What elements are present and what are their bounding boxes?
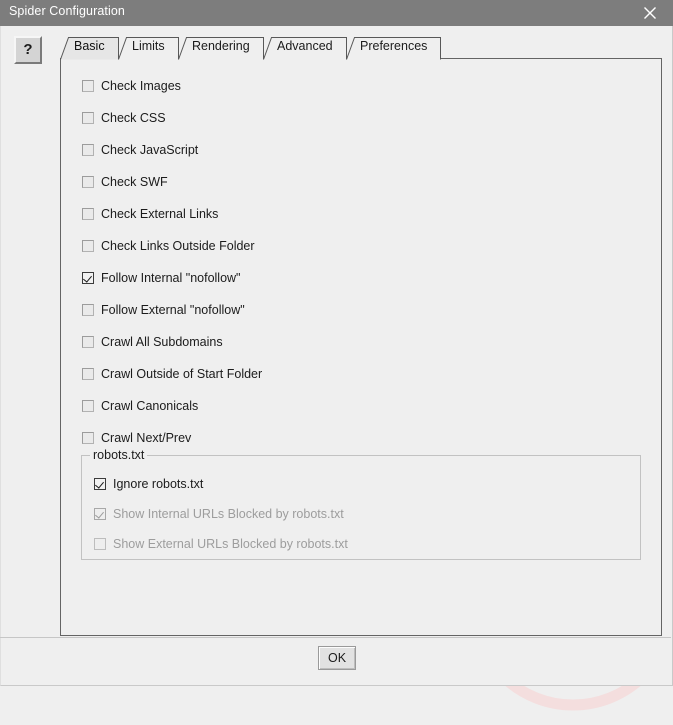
- tab-limits[interactable]: Limits: [118, 36, 179, 60]
- checkbox-row-4[interactable]: Check External Links: [82, 206, 218, 222]
- checkbox-label: Crawl Canonicals: [101, 398, 199, 413]
- checkbox-label: Check External Links: [101, 206, 219, 221]
- tab-label: Rendering: [192, 39, 250, 53]
- robots-txt-group: robots.txt Ignore robots.txt Show Interna…: [81, 448, 641, 560]
- checkbox-label: Check JavaScript: [101, 142, 199, 157]
- checkbox-icon[interactable]: [82, 304, 94, 316]
- help-button[interactable]: ?: [14, 36, 42, 64]
- checkbox-label: Check Images: [101, 78, 181, 93]
- checkbox-label: Show Internal URLs Blocked by robots.txt: [113, 506, 344, 521]
- checkbox-row-8[interactable]: Crawl All Subdomains: [82, 334, 223, 350]
- tab-basic[interactable]: Basic: [60, 36, 119, 60]
- checkbox-row-11[interactable]: Crawl Next/Prev: [82, 430, 191, 446]
- checkbox-icon[interactable]: [82, 368, 94, 380]
- checkbox-icon[interactable]: [82, 336, 94, 348]
- tab-label: Basic: [74, 39, 105, 53]
- window-title: Spider Configuration: [9, 4, 125, 18]
- checkbox-label: Crawl Outside of Start Folder: [101, 366, 263, 381]
- checkbox-label: Follow External "nofollow": [101, 302, 245, 317]
- spider-configuration-dialog: Spider Configuration ? Basic Limits Render…: [0, 0, 673, 686]
- title-bar: Spider Configuration: [0, 0, 673, 26]
- checkbox-label: Check Links Outside Folder: [101, 238, 255, 253]
- checkbox-row-2[interactable]: Check JavaScript: [82, 142, 198, 158]
- tab-label: Advanced: [277, 39, 333, 53]
- checkbox-icon: [94, 538, 106, 550]
- checkbox-icon[interactable]: [82, 272, 94, 284]
- checkbox-row-1[interactable]: Check CSS: [82, 110, 166, 126]
- checkbox-icon: [94, 508, 106, 520]
- robots-checkbox-row-2: Show External URLs Blocked by robots.txt: [94, 536, 348, 552]
- checkbox-row-10[interactable]: Crawl Canonicals: [82, 398, 198, 414]
- checkbox-icon[interactable]: [82, 208, 94, 220]
- tab-label: Preferences: [360, 39, 428, 53]
- tab-preferences[interactable]: Preferences: [346, 36, 441, 60]
- checkbox-row-0[interactable]: Check Images: [82, 78, 181, 94]
- checkbox-icon[interactable]: [82, 176, 94, 188]
- checkbox-row-3[interactable]: Check SWF: [82, 174, 168, 190]
- checkbox-label: Crawl Next/Prev: [101, 430, 192, 445]
- checkbox-label: Check SWF: [101, 174, 168, 189]
- checkbox-icon[interactable]: [94, 478, 106, 490]
- checkbox-icon[interactable]: [82, 112, 94, 124]
- robots-txt-group-title: robots.txt: [90, 448, 148, 462]
- checkbox-label: Check CSS: [101, 110, 166, 125]
- checkbox-row-5[interactable]: Check Links Outside Folder: [82, 238, 255, 254]
- robots-checkbox-row-1: Show Internal URLs Blocked by robots.txt: [94, 506, 344, 522]
- robots-checkbox-row-0[interactable]: Ignore robots.txt: [94, 476, 203, 492]
- ok-button[interactable]: OK: [318, 646, 356, 670]
- tab-label: Limits: [132, 39, 165, 53]
- close-icon[interactable]: [627, 0, 673, 26]
- checkbox-label: Follow Internal "nofollow": [101, 270, 241, 285]
- checkbox-row-6[interactable]: Follow Internal "nofollow": [82, 270, 241, 286]
- question-mark-icon: ?: [23, 41, 33, 58]
- checkbox-label: Show External URLs Blocked by robots.txt: [113, 536, 348, 551]
- checkbox-label: Ignore robots.txt: [113, 476, 204, 491]
- checkbox-icon[interactable]: [82, 432, 94, 444]
- basic-tab-panel: Check Images Check CSS Check JavaScript Che…: [60, 58, 662, 636]
- checkbox-row-9[interactable]: Crawl Outside of Start Folder: [82, 366, 262, 382]
- tab-rendering[interactable]: Rendering: [178, 36, 264, 60]
- checkbox-row-7[interactable]: Follow External "nofollow": [82, 302, 245, 318]
- tab-strip: Basic Limits Rendering Advanced Preferences: [60, 36, 662, 60]
- footer-separator: [0, 637, 671, 638]
- checkbox-icon[interactable]: [82, 144, 94, 156]
- tab-advanced[interactable]: Advanced: [263, 36, 347, 60]
- ok-button-label: OK: [327, 651, 347, 665]
- checkbox-icon[interactable]: [82, 240, 94, 252]
- checkbox-icon[interactable]: [82, 400, 94, 412]
- checkbox-icon[interactable]: [82, 80, 94, 92]
- checkbox-label: Crawl All Subdomains: [101, 334, 223, 349]
